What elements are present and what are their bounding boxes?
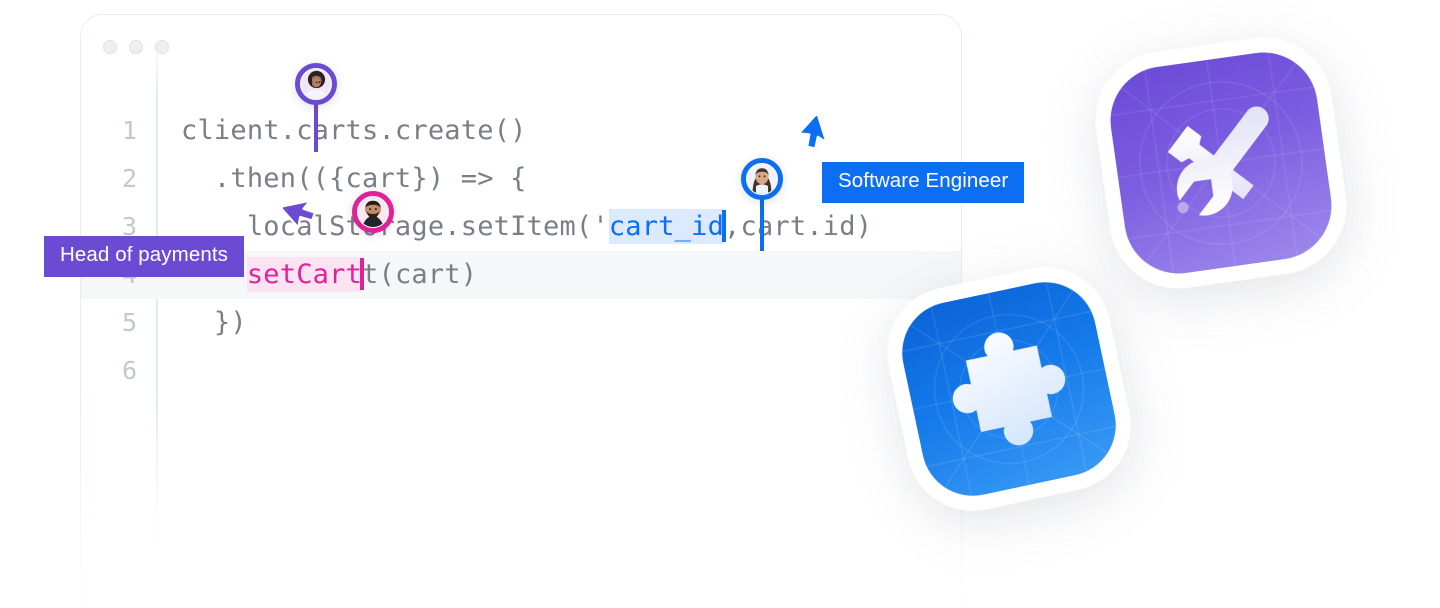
app-icon-puzzle-plate <box>892 272 1126 506</box>
minimize-button-icon[interactable] <box>129 40 143 54</box>
code-editor-window: 1 client.carts.create() 2 .then(({cart})… <box>80 14 962 608</box>
line-number: 5 <box>121 308 137 337</box>
code-line-6[interactable]: 6 <box>81 347 961 395</box>
line-number: 2 <box>121 164 137 193</box>
mouse-pointer-blue-icon <box>788 116 832 164</box>
avatar <box>358 197 388 227</box>
selected-token-cart-id: cart_id <box>608 209 725 244</box>
tools-wrench-screwdriver-icon <box>1104 46 1339 281</box>
stage: 1 client.carts.create() 2 .then(({cart})… <box>0 0 1440 608</box>
line-number: 1 <box>121 116 137 145</box>
mouse-pointer-purple-icon <box>283 192 323 238</box>
collaborator-avatar-purple[interactable] <box>295 63 337 105</box>
close-button-icon[interactable] <box>103 40 117 54</box>
code-line-text: client.carts.create() <box>181 115 527 146</box>
avatar-photo-man-beard-icon <box>358 197 388 227</box>
collaborator-avatar-blue[interactable] <box>741 158 783 200</box>
avatar <box>301 69 331 99</box>
code-line-text: .then(({cart}) => { <box>181 163 527 194</box>
app-icon-tools[interactable] <box>1086 28 1356 298</box>
collaborator-avatar-pink[interactable] <box>352 191 394 233</box>
code-line-text: }) <box>181 307 247 338</box>
app-icon-tools-plate <box>1103 45 1339 281</box>
avatar-photo-woman-long-hair-icon <box>747 164 777 194</box>
collaborator-badge-head-of-payments: Head of payments <box>44 236 244 277</box>
collaborator-badge-software-engineer: Software Engineer <box>822 162 1025 203</box>
window-titlebar <box>81 15 961 79</box>
puzzle-piece-icon <box>893 273 1125 505</box>
selected-token-setcart: setCart <box>246 257 363 292</box>
remote-caret-stem-blue <box>760 199 764 251</box>
avatar <box>747 164 777 194</box>
line-number: 6 <box>121 356 137 385</box>
code-segment-suffix: t(cart) <box>362 259 478 290</box>
remote-caret-stem-purple <box>314 100 318 152</box>
avatar-photo-woman-curly-icon <box>301 69 331 99</box>
code-segment-prefix: localStorage.setItem(' <box>181 211 609 242</box>
code-segment-suffix: ,cart.id) <box>724 211 873 242</box>
code-line-5[interactable]: 5 }) <box>81 299 961 347</box>
